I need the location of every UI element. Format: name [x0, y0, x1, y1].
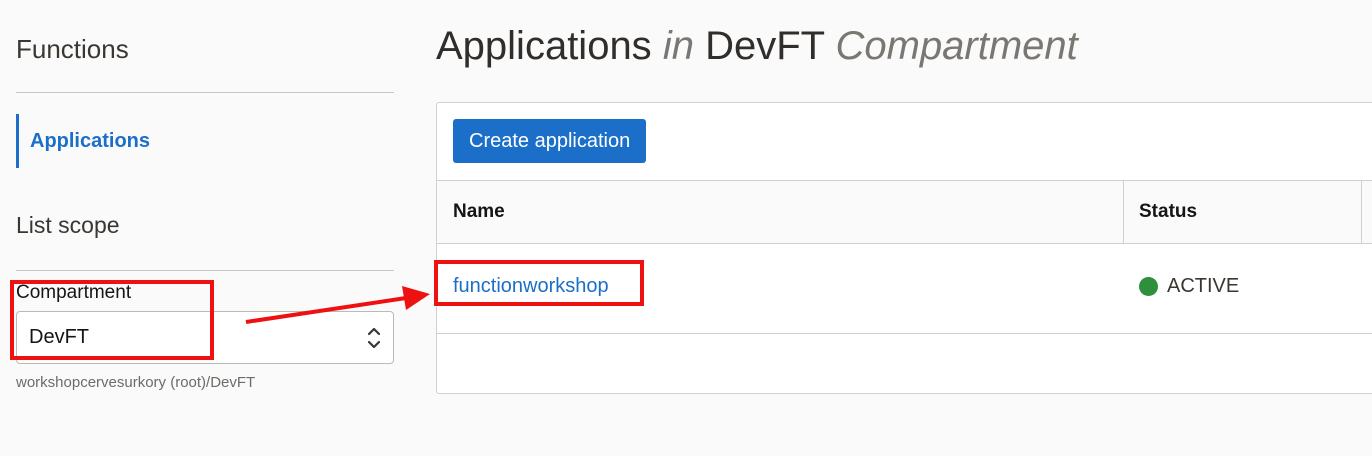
status-dot-icon	[1139, 277, 1158, 296]
page-title-compartment: DevFT	[705, 24, 825, 68]
highlight-box-compartment	[10, 280, 214, 360]
divider	[16, 92, 394, 93]
divider	[16, 270, 394, 271]
column-header-name[interactable]: Name	[453, 181, 505, 243]
page-title: Applications in DevFT Compartment	[436, 24, 1078, 69]
column-divider	[1123, 181, 1124, 243]
applications-panel: Create application Name Status functionw…	[436, 102, 1372, 394]
page-title-main: Applications	[436, 24, 652, 68]
sidebar-title: Functions	[16, 34, 129, 64]
status-badge: ACTIVE	[1167, 275, 1240, 297]
status-cell: ACTIVE	[1139, 275, 1239, 298]
create-application-button[interactable]: Create application	[453, 119, 647, 163]
list-scope-heading: List scope	[16, 212, 120, 238]
sidebar-item-applications[interactable]: Applications	[16, 114, 394, 168]
page-title-in: in	[662, 24, 694, 68]
sidebar: Functions Applications List scope Compar…	[0, 0, 410, 456]
column-header-status[interactable]: Status	[1139, 181, 1197, 243]
highlight-box-application	[434, 260, 644, 306]
column-divider	[1361, 181, 1362, 243]
table-header: Name Status	[437, 180, 1372, 244]
compartment-path: workshopcervesurkory (root)/DevFT	[16, 374, 256, 391]
page-title-suffix: Compartment	[835, 24, 1078, 68]
chevron-up-down-icon	[367, 327, 381, 349]
